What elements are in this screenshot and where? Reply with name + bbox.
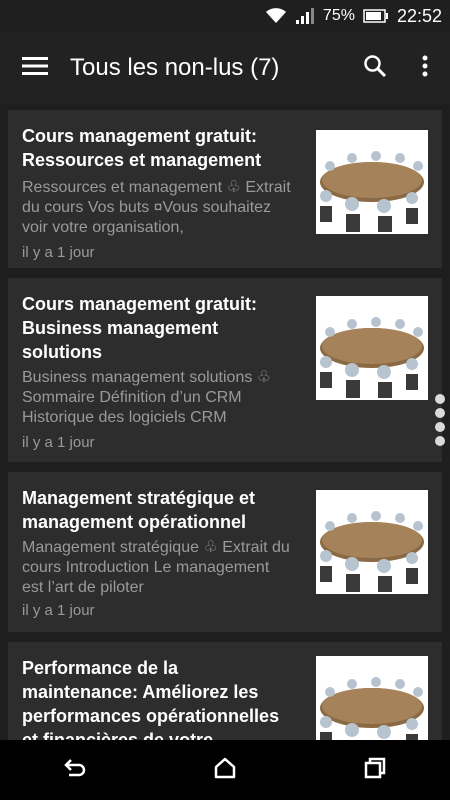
more-options-button[interactable] [400, 32, 450, 104]
back-icon [63, 757, 87, 784]
article-excerpt: Ressources et management ♧ Extrait du co… [22, 179, 291, 236]
article-title: Cours management gratuit: Business manag… [22, 294, 258, 362]
article-card[interactable]: Performance de la maintenance: Améliorez… [8, 642, 442, 740]
article-time: il y a 1 jour [22, 244, 95, 261]
article-title: Performance de la maintenance: Améliorez… [22, 658, 280, 740]
article-thumbnail [316, 130, 428, 234]
article-title: Cours management gratuit: Ressources et … [22, 126, 262, 170]
app-bar: Tous les non-lus (7) [0, 32, 450, 104]
recents-button[interactable] [345, 740, 405, 800]
signal-icon [295, 7, 315, 25]
article-thumbnail [316, 296, 428, 400]
article-list[interactable]: Cours management gratuit: Ressources et … [0, 104, 450, 740]
menu-icon [22, 56, 48, 81]
search-button[interactable] [350, 32, 400, 104]
status-bar: 75% 22:52 [0, 0, 450, 32]
article-excerpt: Management stratégique ♧ Extrait du cour… [22, 539, 290, 596]
article-time: il y a 1 jour [22, 602, 95, 619]
recents-icon [364, 757, 386, 784]
battery-percent: 75% [322, 7, 355, 24]
article-thumbnail [316, 490, 428, 594]
search-icon [363, 54, 387, 83]
wifi-icon [265, 7, 287, 25]
article-card[interactable]: Management stratégique et management opé… [8, 472, 442, 632]
home-icon [214, 757, 236, 784]
navigation-bar [0, 740, 450, 800]
home-button[interactable] [195, 740, 255, 800]
article-title: Management stratégique et management opé… [22, 488, 256, 532]
menu-button[interactable] [0, 32, 70, 104]
article-thumbnail [316, 656, 428, 740]
back-button[interactable] [45, 740, 105, 800]
clock: 22:52 [396, 5, 442, 26]
article-time: il y a 1 jour [22, 434, 95, 451]
article-card[interactable]: Cours management gratuit: Ressources et … [8, 110, 442, 268]
more-vert-icon [422, 55, 428, 82]
page-title: Tous les non-lus (7) [70, 54, 280, 81]
scroll-indicator[interactable] [433, 394, 447, 446]
article-excerpt: Business management solutions ♧ Sommaire… [22, 369, 272, 426]
battery-icon [363, 9, 389, 23]
article-card[interactable]: Cours management gratuit: Business manag… [8, 278, 442, 462]
